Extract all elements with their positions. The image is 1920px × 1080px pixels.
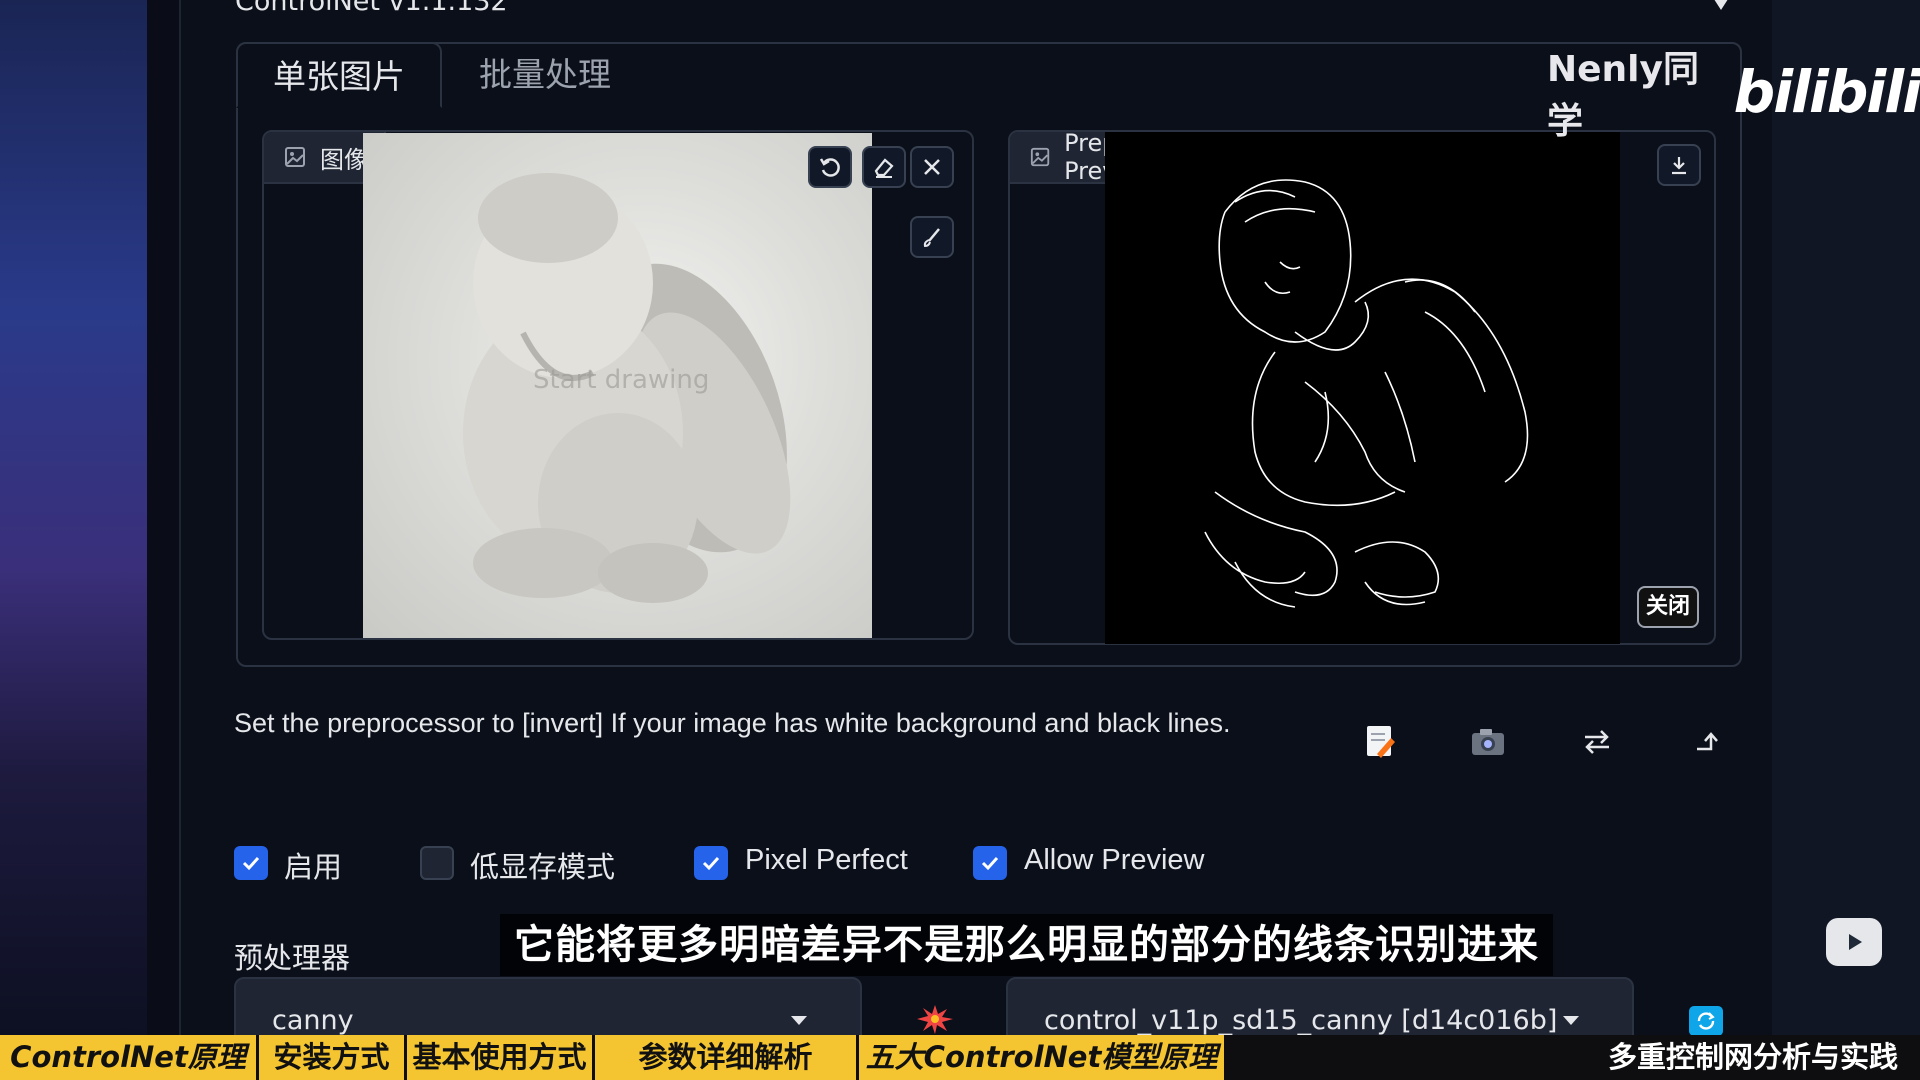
close-icon bbox=[924, 159, 940, 175]
image-icon bbox=[285, 147, 305, 167]
low-vram-checkbox[interactable] bbox=[420, 846, 454, 880]
right-gutter bbox=[1772, 0, 1920, 1035]
refresh-models-button[interactable] bbox=[1689, 1006, 1723, 1036]
brush-button[interactable] bbox=[910, 216, 954, 258]
tab-batch[interactable]: 批量处理 bbox=[460, 42, 630, 108]
chapter-1[interactable]: ControlNet原理拆解 bbox=[0, 1035, 259, 1080]
swap-arrows-icon bbox=[1585, 730, 1609, 754]
webcam-button[interactable] bbox=[1468, 722, 1508, 762]
eraser-icon bbox=[874, 158, 894, 178]
corner-arrow-icon bbox=[1697, 732, 1718, 751]
chapter-3[interactable]: 基本使用方式 bbox=[407, 1035, 595, 1080]
download-button[interactable] bbox=[1657, 144, 1701, 186]
left-gutter bbox=[147, 0, 181, 1035]
video-watermark: Nenly同学 bilibili bbox=[1547, 40, 1920, 144]
mirror-webcam-button[interactable] bbox=[1577, 722, 1617, 762]
checkmark-icon bbox=[981, 856, 999, 871]
eraser-button[interactable] bbox=[862, 146, 906, 188]
checkmark-icon bbox=[242, 856, 260, 871]
download-icon bbox=[1672, 157, 1686, 175]
cherub-statue-image: Start drawing bbox=[463, 173, 791, 603]
desktop-background bbox=[0, 0, 147, 1035]
controlnet-accordion-title[interactable]: ControlNet v1.1.132 bbox=[235, 0, 508, 17]
watermark-author: Nenly同学 bbox=[1547, 49, 1699, 142]
chevron-down-icon bbox=[1563, 1016, 1579, 1025]
chapter-4[interactable]: 参数详细解析 bbox=[595, 1035, 859, 1080]
send-dimensions-button[interactable] bbox=[1688, 722, 1728, 762]
chevron-down-icon bbox=[791, 1016, 807, 1025]
checkmark-icon bbox=[702, 856, 720, 871]
input-image-label-text: 图像 bbox=[320, 145, 368, 174]
close-preview-button[interactable]: 关闭 bbox=[1637, 586, 1699, 628]
undo-button[interactable] bbox=[808, 146, 852, 188]
enable-checkbox[interactable] bbox=[234, 846, 268, 880]
clear-button[interactable] bbox=[910, 146, 954, 188]
chapter-6[interactable]: 多重控制网分析与实践 bbox=[1608, 1035, 1898, 1080]
preprocessor-label: 预处理器 bbox=[234, 941, 351, 975]
play-icon bbox=[1849, 934, 1862, 950]
bilibili-logo: bilibili bbox=[1733, 58, 1920, 126]
document-edit-icon bbox=[1367, 726, 1395, 758]
image-icon bbox=[1030, 147, 1050, 167]
pixel-perfect-label: Pixel Perfect bbox=[745, 844, 908, 876]
bilibili-tv-icon[interactable] bbox=[1826, 918, 1882, 966]
brush-icon bbox=[923, 228, 940, 248]
chapter-5[interactable]: 五大ControlNet模型原理与应用 bbox=[859, 1035, 1227, 1080]
camera-icon bbox=[1472, 729, 1504, 755]
video-subtitle: 它能将更多明暗差异不是那么明显的部分的线条识别进来 bbox=[500, 914, 1553, 976]
canny-preview-image bbox=[1105, 132, 1620, 644]
undo-icon bbox=[819, 158, 840, 177]
preprocessor-hint: Set the preprocessor to [invert] If your… bbox=[234, 708, 1231, 738]
edit-canvas-button[interactable] bbox=[1360, 722, 1400, 762]
enable-label: 启用 bbox=[284, 850, 343, 884]
image-watermark-text: Start drawing bbox=[533, 365, 709, 395]
low-vram-label: 低显存模式 bbox=[470, 850, 616, 884]
tab-single-image[interactable]: 单张图片 bbox=[236, 42, 442, 108]
refresh-icon bbox=[1697, 1012, 1715, 1030]
explosion-icon bbox=[917, 1005, 953, 1034]
collapse-arrow-icon[interactable] bbox=[1712, 0, 1730, 10]
canny-edge-drawing bbox=[1204, 179, 1529, 608]
allow-preview-checkbox[interactable] bbox=[973, 846, 1007, 880]
uploaded-image: Start drawing bbox=[363, 133, 872, 638]
run-preprocessor-button[interactable] bbox=[915, 1003, 955, 1035]
allow-preview-label: Allow Preview bbox=[1024, 844, 1205, 876]
chapter-2[interactable]: 安装方式 bbox=[259, 1035, 407, 1080]
pixel-perfect-checkbox[interactable] bbox=[694, 846, 728, 880]
